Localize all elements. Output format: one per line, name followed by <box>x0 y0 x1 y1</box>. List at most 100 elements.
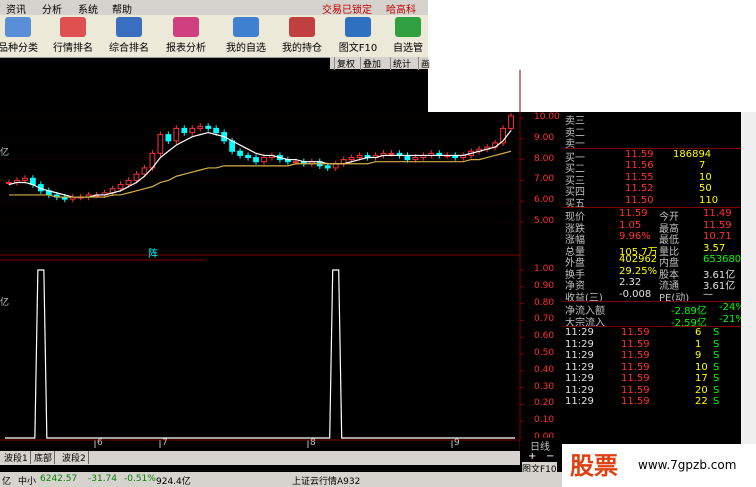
tick-time: 11:29 <box>565 373 594 384</box>
tick-volume: 22 <box>695 396 708 407</box>
tick-side: S <box>713 338 720 350</box>
overall-ranking-button[interactable]: 综合排名 <box>103 17 155 55</box>
bid-volume: 7 <box>699 160 706 171</box>
stock-name: 哈高科 <box>386 5 416 16</box>
index-amount: 924.4亿 <box>156 477 191 487</box>
overlay-button[interactable]: 叠加 <box>360 57 381 70</box>
tick-price: 11.59 <box>621 338 650 350</box>
osc-tick-label: 0.80 <box>534 297 555 308</box>
f10-button[interactable]: 图文F10 <box>332 17 384 55</box>
stat-value: 2.32 <box>619 277 642 288</box>
tick-volume: 6 <box>695 327 702 338</box>
x-tick-label: 7 <box>162 438 168 448</box>
logo-brand: 股票 <box>570 452 618 480</box>
tick-side: S <box>713 350 720 361</box>
tab-wave2[interactable]: 波段2 <box>60 451 89 464</box>
side-label-2: 亿 <box>0 298 10 308</box>
tick-side: S <box>713 361 720 373</box>
status-left: 亿 <box>2 477 12 487</box>
f10-icon <box>345 17 371 37</box>
tick-time: 11:29 <box>565 338 594 350</box>
watermark-logo: 股票 www.7gpzb.com <box>562 444 756 487</box>
stat-value-2: 11.49 <box>703 208 732 219</box>
category-button[interactable]: 品种分类 <box>0 17 44 55</box>
tick-volume: 17 <box>695 373 708 384</box>
zoom-in-button[interactable]: + <box>528 451 536 462</box>
holdings-button[interactable]: 我的持仓 <box>276 17 328 55</box>
osc-tick-label: 0.60 <box>534 331 555 342</box>
osc-tick-label: 0.40 <box>534 364 555 375</box>
tick-price: 11.59 <box>621 373 650 384</box>
status-bar: 亿 中小 6242.57 -31.74 -0.51% 924.4亿 上证云行情A… <box>0 472 562 487</box>
bid-price: 11.59 <box>625 148 654 160</box>
watchlist-button[interactable]: 我的自选 <box>220 17 272 55</box>
tab-bottom[interactable]: 底部 <box>32 451 56 464</box>
chart-marker: 阵 <box>148 249 158 260</box>
osc-tick-label: 1.00 <box>534 264 555 274</box>
stat-value-2: 3.57 <box>703 242 726 254</box>
menu-news[interactable]: 资讯 <box>6 1 26 16</box>
stat-value-2: 653680 <box>703 254 742 265</box>
index-name[interactable]: 中小 <box>18 474 36 487</box>
watch-manage-button[interactable]: 自选管 <box>388 17 428 55</box>
chart-corner-controls: 日线 + − 图文F10 <box>520 438 562 475</box>
overall-ranking-icon <box>116 17 142 37</box>
stats-button[interactable]: 统计 <box>390 57 411 70</box>
stat-value: 9.96% <box>619 231 651 242</box>
index-change: -31.74 <box>88 474 118 484</box>
bid-price: 11.55 <box>625 171 654 183</box>
adjust-button[interactable]: 复权 <box>334 57 355 70</box>
price-tick-label: 5.00 <box>534 216 555 226</box>
stat-value: 11.59 <box>619 208 648 219</box>
logo-url: www.7gpzb.com <box>638 458 737 472</box>
bid-volume: 50 <box>699 183 712 194</box>
tick-volume: 20 <box>695 384 708 396</box>
x-tick-label: 6 <box>97 438 103 448</box>
tick-row: 11:29 11.59 22 S <box>563 396 741 410</box>
tick-price: 11.59 <box>621 361 650 373</box>
osc-tick-label: 0.20 <box>534 398 555 409</box>
price-tick-label: 6.00 <box>534 195 555 206</box>
watch-manage-icon <box>395 17 421 37</box>
quote-panel: 卖三 卖二 卖一 买一 11.59 186894 买二 11.56 7 买三 11.55 10 买四 11… <box>563 112 745 446</box>
stat-value: -0.008 <box>619 288 652 300</box>
category-icon <box>5 17 31 37</box>
price-tick-label: 7.00 <box>534 174 555 185</box>
holdings-icon <box>289 17 315 37</box>
tick-side: S <box>713 384 720 396</box>
tick-time: 11:29 <box>565 384 594 396</box>
tick-time: 11:29 <box>565 350 594 361</box>
trade-locked-status[interactable]: 交易已锁定 <box>322 1 372 16</box>
tick-time: 11:29 <box>565 361 594 373</box>
report-icon <box>173 17 199 37</box>
tick-side: S <box>713 327 720 338</box>
tick-side: S <box>713 373 720 384</box>
axis-labels: 10.00 9.00 8.00 7.00 6.00 5.00 1.00 0.90 0.80 0.7… <box>0 70 562 450</box>
menu-analysis[interactable]: 分析 <box>42 1 62 16</box>
bid-volume: 186894 <box>673 148 712 160</box>
stat-value: 402962 <box>619 254 658 265</box>
ranking-icon <box>60 17 86 37</box>
tick-time: 11:29 <box>565 327 594 338</box>
tab-wave1[interactable]: 波段1 <box>2 451 31 464</box>
report-button[interactable]: 报表分析 <box>160 17 212 55</box>
tick-volume: 1 <box>695 338 702 350</box>
ranking-button[interactable]: 行情排名 <box>47 17 99 55</box>
stat-value-2: — <box>703 288 713 300</box>
osc-tick-label: 0.70 <box>534 314 555 325</box>
price-tick-label: 9.00 <box>534 132 555 143</box>
bid-volume: 110 <box>699 194 719 206</box>
osc-tick-label: 0.30 <box>534 381 555 392</box>
osc-tick-label: 0.50 <box>534 348 555 358</box>
draw-button[interactable]: 画 <box>418 57 430 70</box>
zoom-out-button[interactable]: − <box>546 451 554 462</box>
tick-side: S <box>713 396 720 407</box>
osc-tick-label: 0.90 <box>534 280 555 291</box>
menu-help[interactable]: 帮助 <box>112 1 132 16</box>
tick-price: 11.59 <box>621 327 650 338</box>
side-label-1: 亿 <box>0 148 10 158</box>
osc-tick-label: 0.10 <box>534 415 555 426</box>
menu-bar: 资讯 分析 系统 帮助 交易已锁定 哈高科 <box>0 0 428 16</box>
menu-system[interactable]: 系统 <box>78 1 98 16</box>
stat-value: 29.25% <box>619 265 658 277</box>
